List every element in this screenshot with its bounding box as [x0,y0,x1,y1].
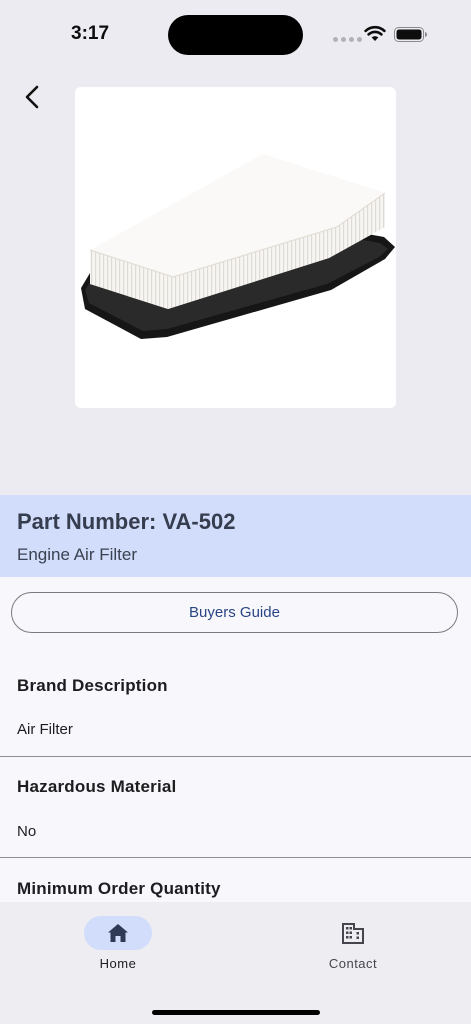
battery-icon [394,27,427,42]
wifi-icon [364,25,386,41]
status-time: 3:17 [71,23,110,44]
tab-contact-label: Contact [328,956,378,971]
status-bar: 3:17 [0,0,471,60]
building-icon [342,923,364,944]
air-filter-image [81,154,395,339]
part-subtitle: Engine Air Filter [17,545,137,564]
chevron-left-icon [25,85,39,109]
tab-home-label: Home [99,956,137,971]
home-icon [108,924,128,942]
divider [0,857,471,858]
hazardous-material-value: No [17,823,37,840]
brand-description-value: Air Filter [17,721,73,738]
back-button[interactable] [18,82,46,112]
divider [0,756,471,757]
cellular-signal-icon [333,37,362,42]
minimum-order-quantity-label: Minimum Order Quantity [17,879,221,898]
part-number-title: Part Number: VA-502 [17,509,236,534]
part-header: Part Number: VA-502 Engine Air Filter [0,495,471,577]
tab-home-indicator [84,916,152,950]
details-section[interactable]: Buyers Guide Brand Description Air Filte… [0,577,471,902]
product-image [75,87,396,408]
tab-contact-indicator [319,916,387,950]
buyers-guide-button[interactable]: Buyers Guide [11,592,458,633]
tab-contact[interactable]: Contact [293,916,413,976]
brand-description-label: Brand Description [17,676,168,695]
dynamic-island [168,15,303,55]
tab-bar: Home Contact [0,902,471,1024]
hazardous-material-label: Hazardous Material [17,777,177,796]
home-indicator [152,1010,320,1015]
tab-home[interactable]: Home [58,916,178,976]
